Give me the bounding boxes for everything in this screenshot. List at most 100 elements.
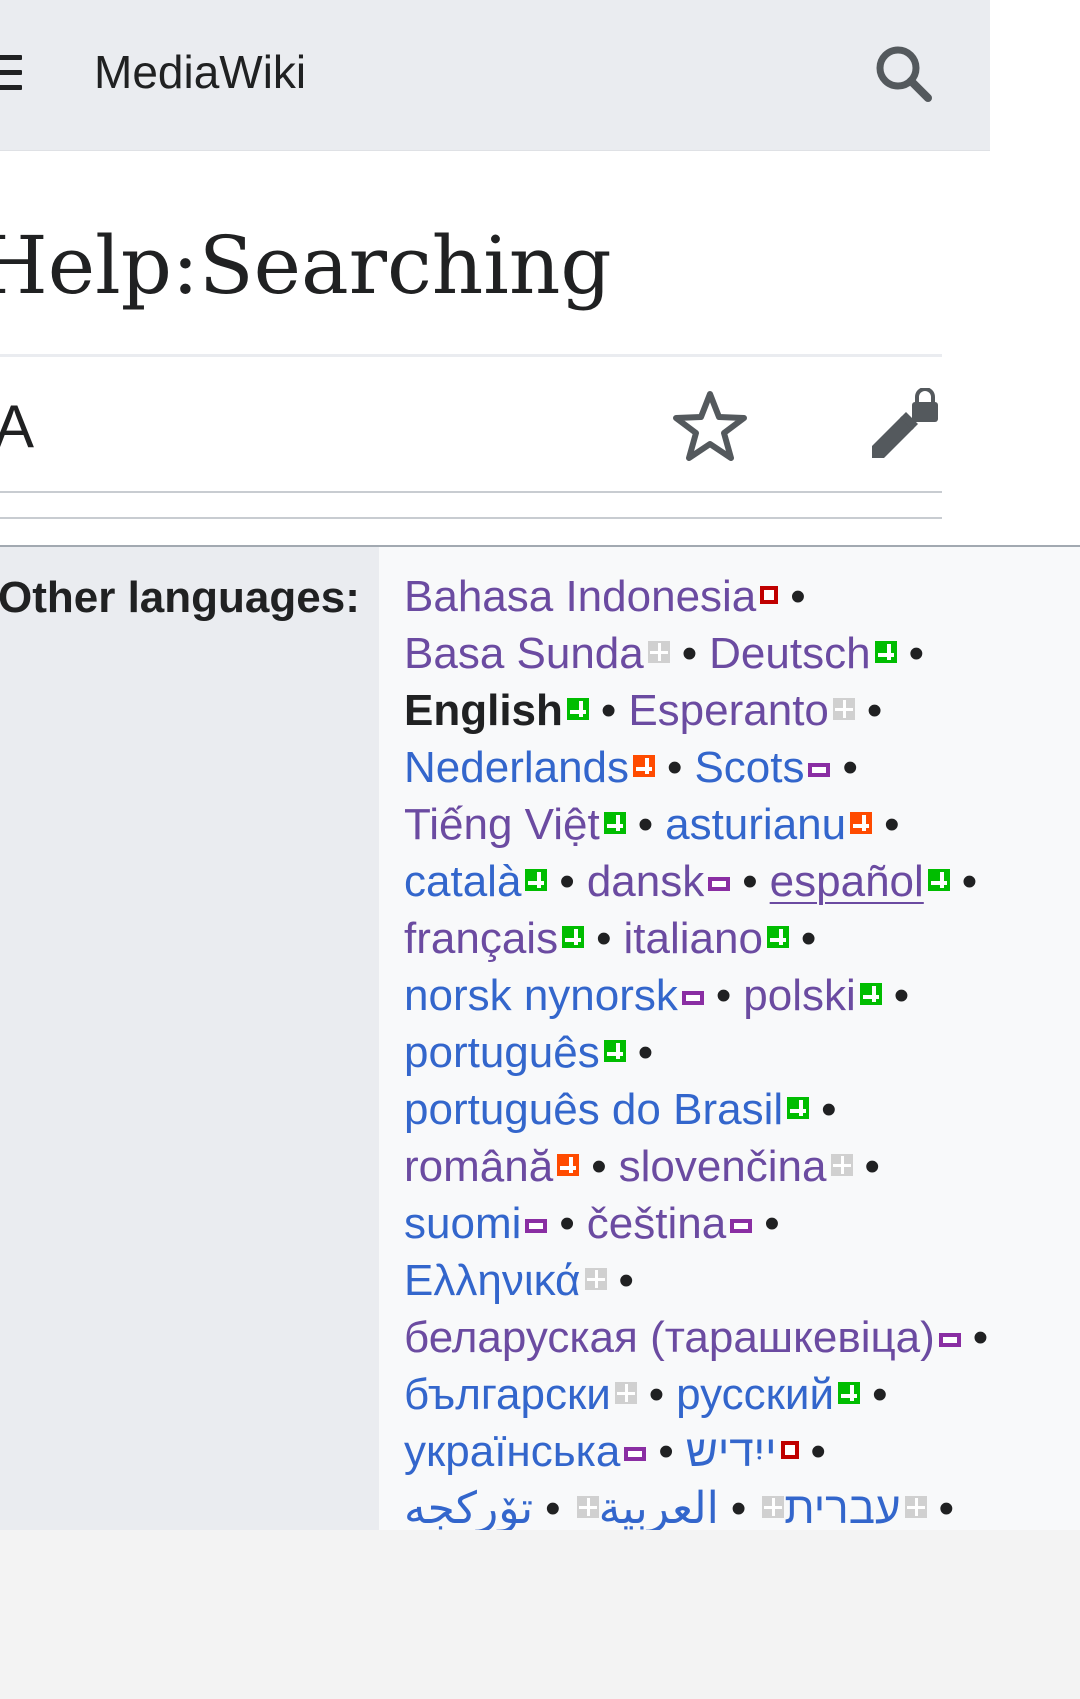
translation-status-complete-icon [525,869,548,892]
title-divider [0,354,942,357]
site-name[interactable]: MediaWiki [94,44,306,100]
language-link[interactable]: Tiếng Việt [404,800,600,849]
translation-status-high-icon [633,755,656,778]
language-link[interactable]: ייִדיש [686,1427,777,1476]
bullet-separator: • [972,1313,989,1362]
translation-status-complete-icon [859,983,882,1006]
language-link[interactable]: Nederlands [404,743,629,792]
language-link[interactable]: български [404,1370,611,1419]
translation-status-complete-icon [874,641,897,664]
language-link: English [404,686,563,735]
bullet-separator: • [559,857,575,906]
translation-status-complete-icon [603,812,626,835]
other-languages-box: Other languages: Bahasa Indonesia • Basa S… [0,545,1080,1547]
translation-status-high-icon [557,1154,580,1177]
language-line: Tiếng Việt • asturianu • [404,799,1064,856]
translation-status-none-icon [832,698,855,721]
language-link[interactable]: עברית [784,1484,900,1533]
language-link[interactable]: Deutsch [709,629,870,678]
bullet-separator: • [559,1199,575,1248]
language-link[interactable]: dansk [587,857,704,906]
bullet-separator: • [961,857,978,906]
bullet-separator: • [742,857,758,906]
bullet-separator: • [637,800,654,849]
language-link[interactable]: català [404,857,521,906]
translation-status-low-icon [760,586,779,605]
hamburger-menu-icon[interactable] [0,55,22,93]
translation-status-mid-icon [681,991,704,1006]
translation-status-complete-icon [566,698,589,721]
bullet-separator: • [591,1142,607,1191]
language-links-list: Bahasa Indonesia • Basa Sunda • Deutsch • Engl… [404,571,1064,1540]
translation-status-complete-icon [787,1097,810,1120]
language-line: български • русский • [404,1369,1064,1426]
bullet-separator: • [618,1256,634,1305]
language-link[interactable]: español [770,857,924,906]
star-icon[interactable] [672,388,748,464]
bullet-separator: • [864,1142,880,1191]
language-link[interactable]: русский [676,1370,834,1419]
language-line: català • dansk • español • [404,856,1064,913]
language-link[interactable]: română [404,1142,553,1191]
language-link[interactable]: العربية [599,1484,719,1533]
bottom-blank-area [0,1530,1080,1699]
language-link[interactable]: Scots [694,743,804,792]
translation-status-none-icon [614,1382,637,1405]
language-link[interactable]: italiano [623,914,762,963]
language-link[interactable]: português [404,1028,600,1077]
bullet-separator: • [866,686,883,735]
bullet-separator: • [667,743,683,792]
language-link[interactable]: беларуская (тарашкевіца) [404,1313,935,1362]
language-link[interactable]: português do Brasil [404,1085,783,1134]
translation-status-complete-icon [766,926,789,949]
language-icon[interactable]: A [0,392,34,462]
edit-lock-icon[interactable] [868,388,940,460]
bullet-separator: • [800,914,817,963]
actions-divider-top [0,491,942,493]
bullet-separator: • [908,629,924,678]
language-link[interactable]: slovenčina [619,1142,827,1191]
bullet-separator: • [730,1484,747,1533]
language-link[interactable]: Bahasa Indonesia [404,572,756,621]
search-icon[interactable] [872,42,936,106]
translation-status-mid-icon [525,1219,548,1234]
language-line: Ελληνικά • [404,1255,1064,1312]
translation-status-mid-icon [938,1333,961,1348]
language-link[interactable]: Basa Sunda [404,629,644,678]
bullet-separator: • [810,1427,826,1476]
language-line: português do Brasil • [404,1084,1064,1141]
language-link[interactable]: Ελληνικά [404,1256,581,1305]
bullet-separator: • [715,971,732,1020]
language-line: беларуская (тарашкевіца) • [404,1312,1064,1369]
translation-status-mid-icon [808,763,831,778]
language-link[interactable]: українська [404,1427,620,1476]
language-link[interactable]: polski [743,971,856,1020]
language-line: português • [404,1027,1064,1084]
language-line: Nederlands • Scots • [404,742,1064,799]
translation-status-none-icon [762,1496,785,1519]
language-link[interactable]: français [404,914,558,963]
translation-status-mid-icon [730,1219,753,1234]
bullet-separator: • [637,1028,654,1077]
language-line: Bahasa Indonesia • [404,571,1064,628]
language-link[interactable]: čeština [587,1199,726,1248]
language-link[interactable]: asturianu [665,800,846,849]
bullet-separator: • [884,800,900,849]
translation-status-low-icon [780,1441,799,1460]
language-line: Basa Sunda • Deutsch • [404,628,1064,685]
language-line: norsk nynorsk • polski • [404,970,1064,1027]
language-link[interactable]: تۆرکجه [404,1484,533,1533]
language-link[interactable]: norsk nynorsk [404,971,678,1020]
bullet-separator: • [821,1085,837,1134]
translation-status-none-icon [576,1496,599,1519]
bullet-separator: • [938,1484,955,1533]
other-languages-label: Other languages: [0,573,360,622]
translation-status-none-icon [904,1496,927,1519]
language-link[interactable]: Esperanto [628,686,829,735]
translation-status-complete-icon [562,926,585,949]
language-link[interactable]: suomi [404,1199,521,1248]
translation-status-complete-icon [927,869,950,892]
translation-status-none-icon [584,1268,607,1291]
other-languages-label-cell: Other languages: [0,547,379,1547]
translation-status-mid-icon [708,877,731,892]
